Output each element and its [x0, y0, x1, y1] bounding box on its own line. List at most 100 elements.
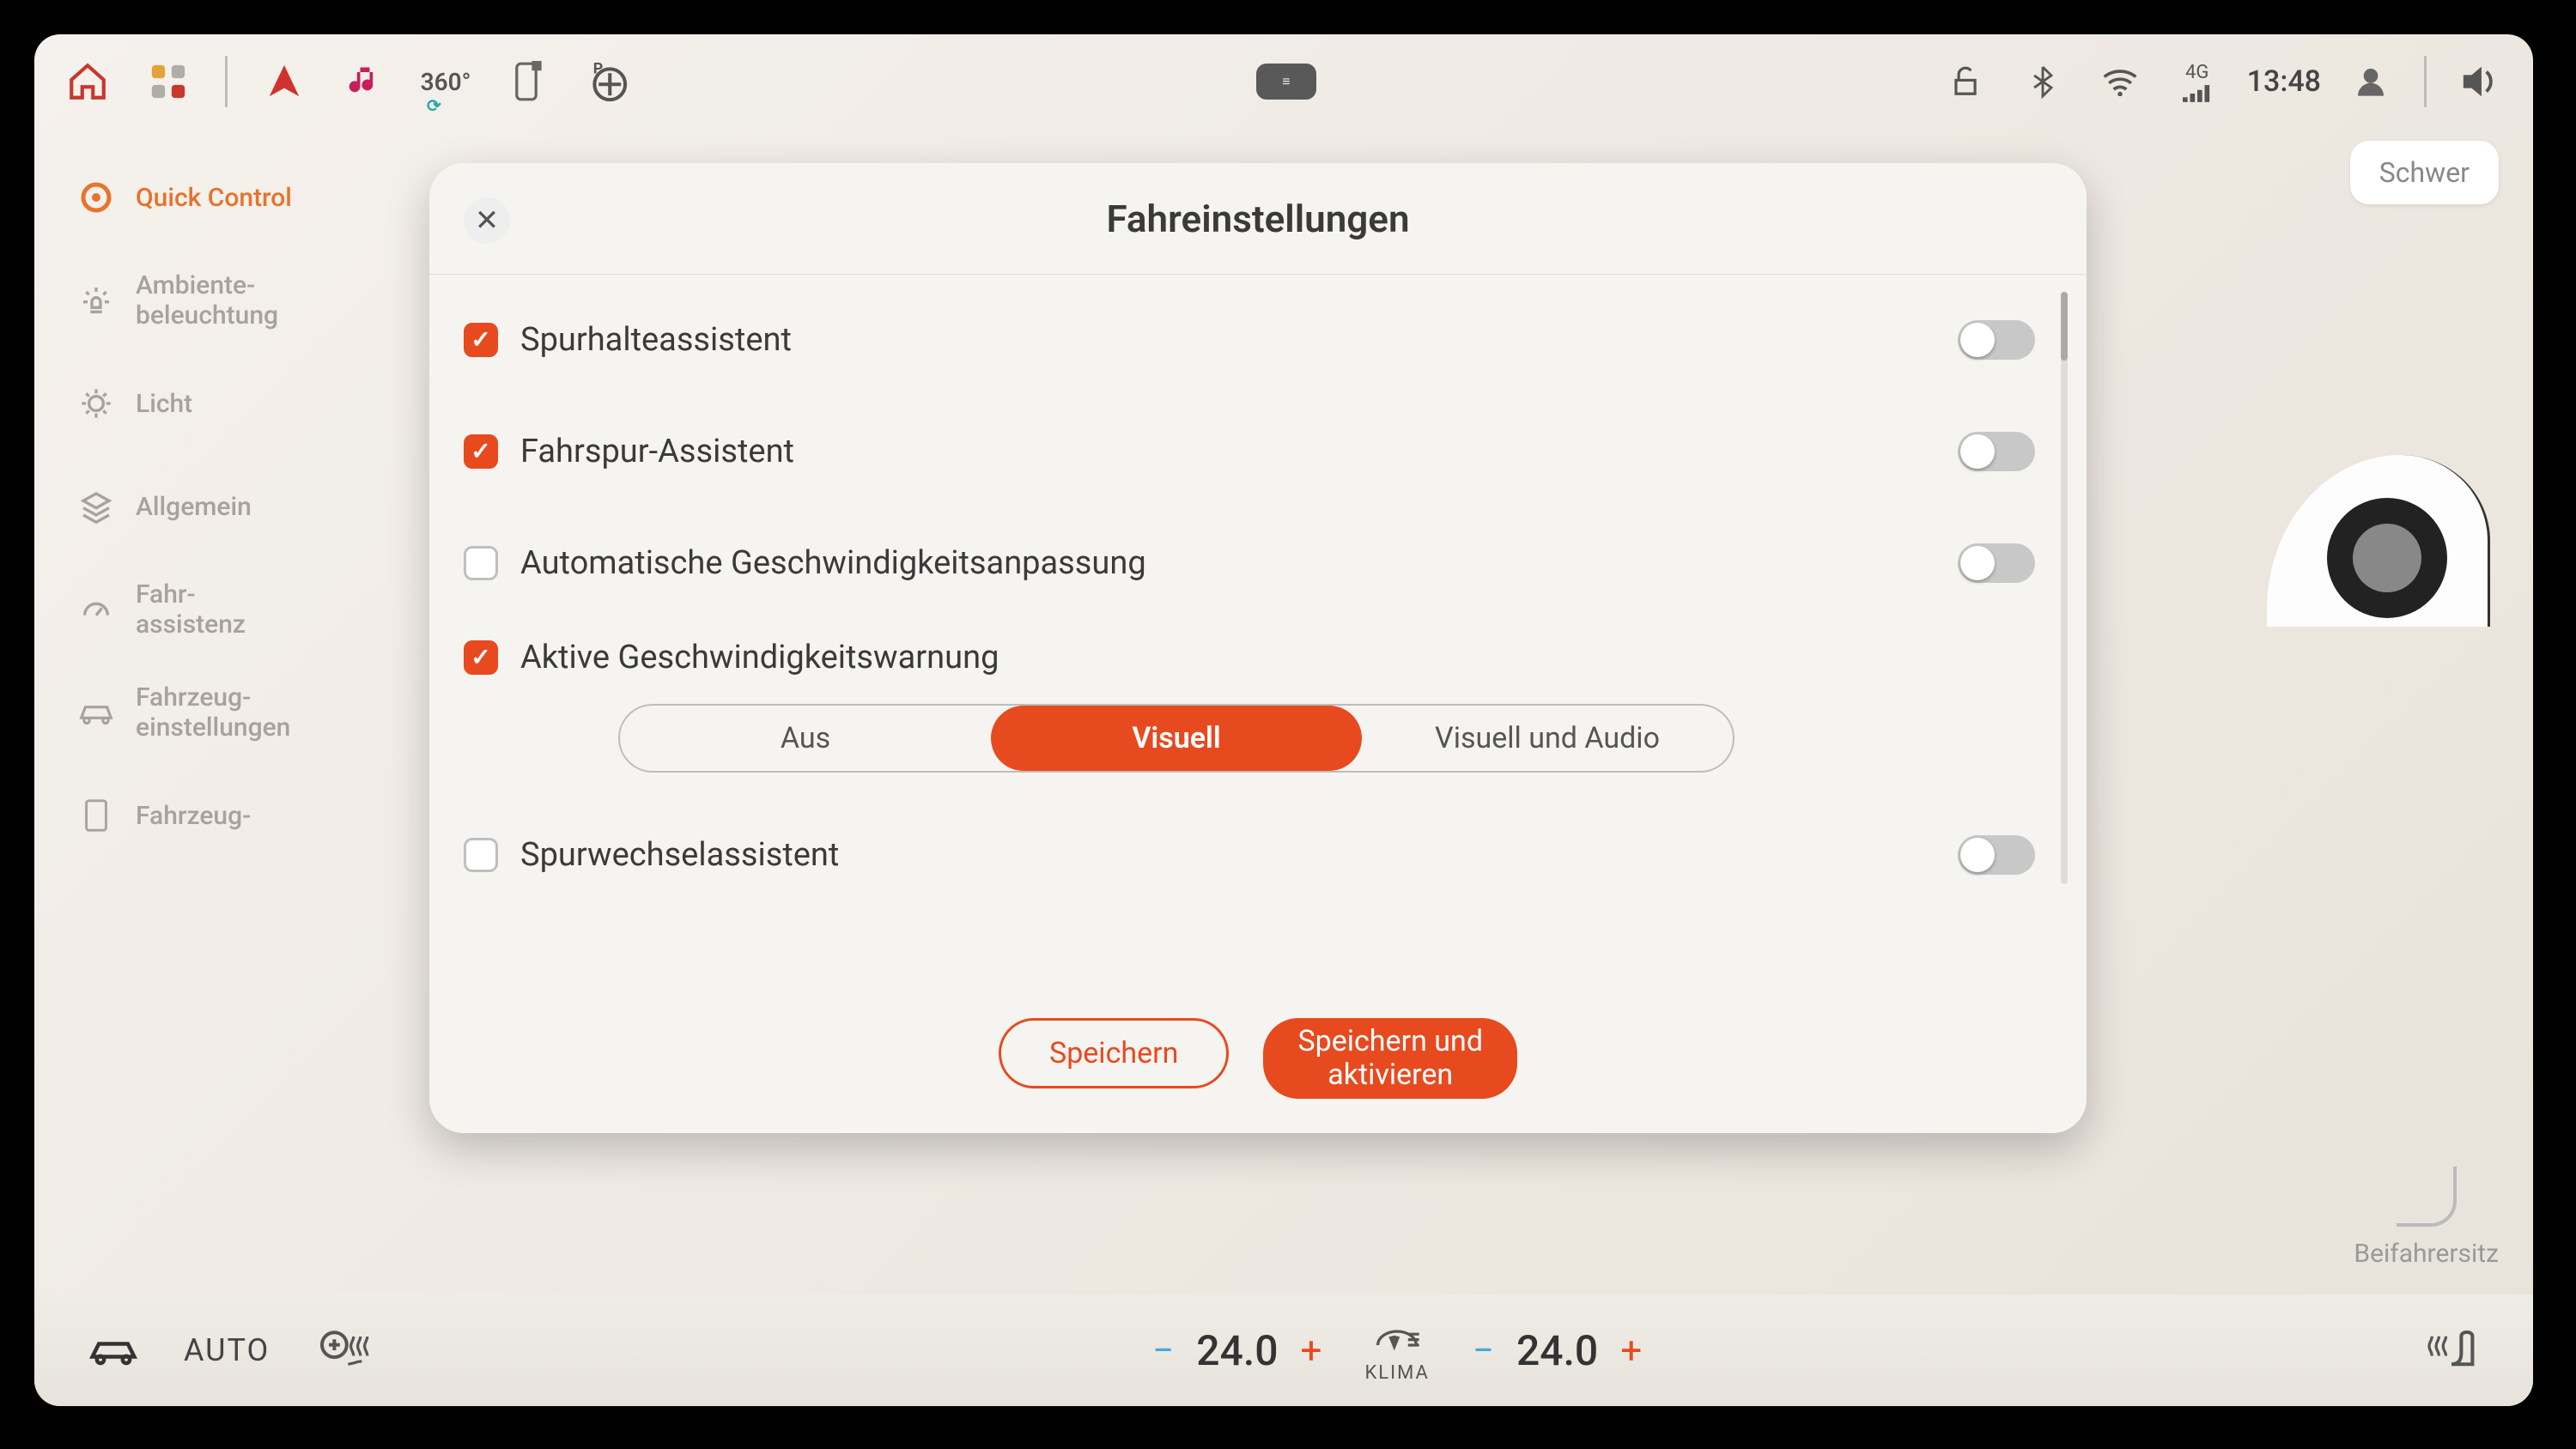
toggle[interactable]	[1958, 543, 2035, 583]
checkbox[interactable]	[464, 434, 498, 469]
layers-icon	[77, 488, 115, 525]
passenger-seat-label: Beifahrersitz	[2354, 1239, 2499, 1269]
gauge-icon	[77, 591, 115, 628]
driver-seat-heat-icon[interactable]	[313, 1329, 373, 1372]
seat-icon	[2397, 1167, 2457, 1227]
infotainment-screen: 360° ⟳ P ≡ 4G	[34, 34, 2533, 1406]
passenger-seat-shortcut[interactable]: Beifahrersitz	[2354, 1167, 2499, 1269]
park-assist-icon[interactable]: P	[580, 54, 635, 109]
sidebar-item-general[interactable]: Allgemein	[77, 455, 395, 558]
steering-mode-card[interactable]: Schwer	[2350, 141, 2499, 204]
toggle[interactable]	[1958, 835, 2035, 875]
klima-label: KLIMA	[1364, 1362, 1429, 1384]
setting-label: Aktive Geschwindigkeitswarnung	[520, 639, 2035, 676]
segment-visual-audio[interactable]: Visuell und Audio	[1362, 706, 1733, 771]
sidebar-item-quick-control[interactable]: Quick Control	[77, 146, 395, 249]
save-activate-button-label: Speichern und aktivieren	[1297, 1025, 1483, 1092]
setting-row-lane-assist: Fahrspur-Assistent	[464, 395, 2035, 506]
car-gear-icon	[77, 694, 115, 731]
checkbox[interactable]	[464, 640, 498, 675]
sidebar-item-label: Quick Control	[136, 183, 292, 213]
close-icon: ✕	[475, 203, 500, 238]
segment-off[interactable]: Aus	[620, 706, 991, 771]
apps-icon[interactable]	[141, 54, 196, 109]
top-bar-left: 360° ⟳ P	[60, 54, 635, 109]
setting-row-speed-warning: Aktive Geschwindigkeitswarnung	[464, 618, 2035, 695]
ambient-light-icon	[77, 282, 115, 319]
sidebar-item-vehicle-settings[interactable]: Fahrzeug- einstellungen	[77, 661, 395, 764]
document-icon	[77, 797, 115, 834]
menu-pill-icon[interactable]: ≡	[1256, 64, 1316, 100]
wifi-icon[interactable]	[2093, 54, 2148, 109]
setting-label: Fahrspur-Assistent	[520, 433, 1935, 470]
right-temp-plus[interactable]: +	[1620, 1328, 1642, 1373]
setting-row-lane-keep: Spurhalteassistent	[464, 283, 2035, 395]
bluetooth-icon[interactable]	[2015, 54, 2070, 109]
right-temp-control: − 24.0 +	[1473, 1326, 1642, 1375]
save-button[interactable]: Speichern	[999, 1018, 1229, 1088]
top-bar-center: ≡	[659, 64, 1914, 100]
svg-text:P: P	[593, 59, 604, 77]
sidebar-item-light[interactable]: Licht	[77, 352, 395, 455]
steering-mode-label: Schwer	[2379, 156, 2470, 189]
setting-label: Spurhalteassistent	[520, 321, 1935, 359]
close-button[interactable]: ✕	[464, 197, 510, 244]
user-icon[interactable]	[2343, 54, 2398, 109]
left-temp-control: − 24.0 +	[1152, 1326, 1321, 1375]
passenger-seat-heat-icon[interactable]	[2421, 1329, 2482, 1372]
scrollbar-track[interactable]	[2061, 292, 2068, 884]
right-temp-minus[interactable]: −	[1473, 1328, 1494, 1373]
save-activate-button[interactable]: Speichern und aktivieren	[1263, 1018, 1517, 1099]
checkbox[interactable]	[464, 838, 498, 872]
left-temp-value: 24.0	[1196, 1326, 1278, 1375]
right-temp-value: 24.0	[1516, 1326, 1598, 1375]
toggle[interactable]	[1958, 320, 2035, 360]
sidebar-item-driver-assist[interactable]: Fahr- assistenz	[77, 558, 395, 661]
climate-bar: AUTO − 24.0 + KLIMA − 24.0 +	[34, 1294, 2533, 1406]
checkbox[interactable]	[464, 546, 498, 580]
sidebar-item-vehicle[interactable]: Fahrzeug-	[77, 764, 395, 867]
lock-open-icon[interactable]	[1938, 54, 1993, 109]
save-button-label: Speichern	[1049, 1036, 1178, 1070]
setting-label: Spurwechselassistent	[520, 836, 1935, 874]
toggle[interactable]	[1958, 432, 2035, 471]
surround-view-icon[interactable]: 360° ⟳	[418, 54, 473, 109]
sidebar-item-ambient-light[interactable]: Ambiente- beleuchtung	[77, 249, 395, 352]
speed-warning-mode-segmented: Aus Visuell Visuell und Audio	[618, 704, 1735, 773]
cellular-icon[interactable]: 4G	[2170, 54, 2225, 109]
klima-button[interactable]: KLIMA	[1364, 1318, 1429, 1384]
modal-title: Fahreinstellungen	[1106, 197, 1409, 241]
topbar-divider	[225, 56, 228, 107]
drive-settings-modal: ✕ Fahreinstellungen Spurhalteassistent F…	[429, 163, 2087, 1133]
surround-view-label: 360°	[421, 68, 471, 96]
setting-row-auto-speed: Automatische Geschwindigkeitsanpassung	[464, 506, 2035, 618]
home-icon[interactable]	[60, 54, 115, 109]
settings-sidebar: Quick Control Ambiente- beleuchtung Lich…	[34, 129, 395, 1294]
sidebar-item-label: Allgemein	[136, 492, 252, 522]
segment-visual[interactable]: Visuell	[991, 706, 1362, 771]
clock: 13:48	[2247, 64, 2321, 99]
setting-label: Automatische Geschwindigkeitsanpassung	[520, 544, 1935, 582]
phone-icon[interactable]	[499, 54, 554, 109]
sidebar-item-label: Fahrzeug- einstellungen	[136, 682, 290, 743]
music-icon[interactable]	[337, 54, 392, 109]
car-icon[interactable]	[86, 1323, 141, 1378]
quick-control-icon	[77, 179, 115, 216]
modal-footer: Speichern Speichern und aktivieren	[429, 1013, 2087, 1133]
navigation-icon[interactable]	[257, 54, 312, 109]
setting-row-lane-change: Spurwechselassistent	[464, 798, 2035, 910]
left-temp-plus[interactable]: +	[1300, 1328, 1321, 1373]
top-bar: 360° ⟳ P ≡ 4G	[34, 34, 2533, 129]
light-icon	[77, 385, 115, 422]
sidebar-item-label: Licht	[136, 389, 192, 419]
car-illustration	[2267, 352, 2507, 627]
scrollbar-thumb[interactable]	[2061, 292, 2068, 361]
volume-icon[interactable]	[2452, 54, 2507, 109]
sidebar-item-label: Fahr- assistenz	[136, 579, 246, 640]
left-temp-minus[interactable]: −	[1152, 1328, 1174, 1373]
checkbox[interactable]	[464, 323, 498, 357]
sidebar-item-label: Ambiente- beleuchtung	[136, 270, 278, 330]
modal-header: ✕ Fahreinstellungen	[429, 163, 2087, 275]
auto-button[interactable]: AUTO	[184, 1332, 270, 1368]
network-label: 4G	[2185, 62, 2208, 83]
